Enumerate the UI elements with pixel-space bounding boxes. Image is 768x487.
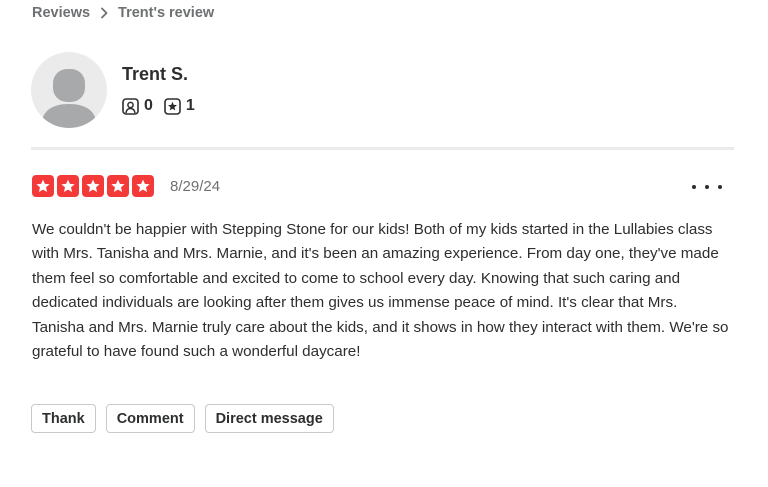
star-icon xyxy=(57,175,79,197)
divider xyxy=(31,147,734,150)
chevron-right-icon xyxy=(100,7,108,19)
star-rating xyxy=(32,175,157,197)
friends-stat: 0 xyxy=(122,97,153,115)
thank-button[interactable]: Thank xyxy=(31,404,96,433)
reviews-count: 1 xyxy=(185,97,195,114)
friends-icon xyxy=(122,97,139,115)
star-icon xyxy=(107,175,129,197)
more-dot xyxy=(718,185,722,189)
user-name[interactable]: Trent S. xyxy=(122,64,188,85)
review-actions: Thank Comment Direct message xyxy=(31,404,344,433)
breadcrumb-current: Trent's review xyxy=(118,5,215,21)
review-star-icon xyxy=(164,97,181,115)
user-stats: 0 1 xyxy=(122,97,206,115)
reviews-stat: 1 xyxy=(164,97,195,115)
breadcrumb: Reviews Trent's review xyxy=(32,5,214,21)
friends-count: 0 xyxy=(144,97,153,114)
breadcrumb-reviews-link[interactable]: Reviews xyxy=(32,5,90,21)
review-text: We couldn't be happier with Stepping Sto… xyxy=(32,221,729,361)
user-silhouette-icon xyxy=(41,69,97,128)
comment-button[interactable]: Comment xyxy=(105,404,195,433)
star-icon xyxy=(82,175,104,197)
direct-message-button[interactable]: Direct message xyxy=(204,404,334,433)
star-icon xyxy=(32,175,54,197)
more-options-button[interactable] xyxy=(692,176,722,198)
more-dot xyxy=(705,185,709,189)
star-icon xyxy=(132,175,154,197)
more-horizontal-icon xyxy=(692,185,696,189)
avatar[interactable] xyxy=(31,52,107,128)
review-date: 8/29/24 xyxy=(170,178,221,195)
